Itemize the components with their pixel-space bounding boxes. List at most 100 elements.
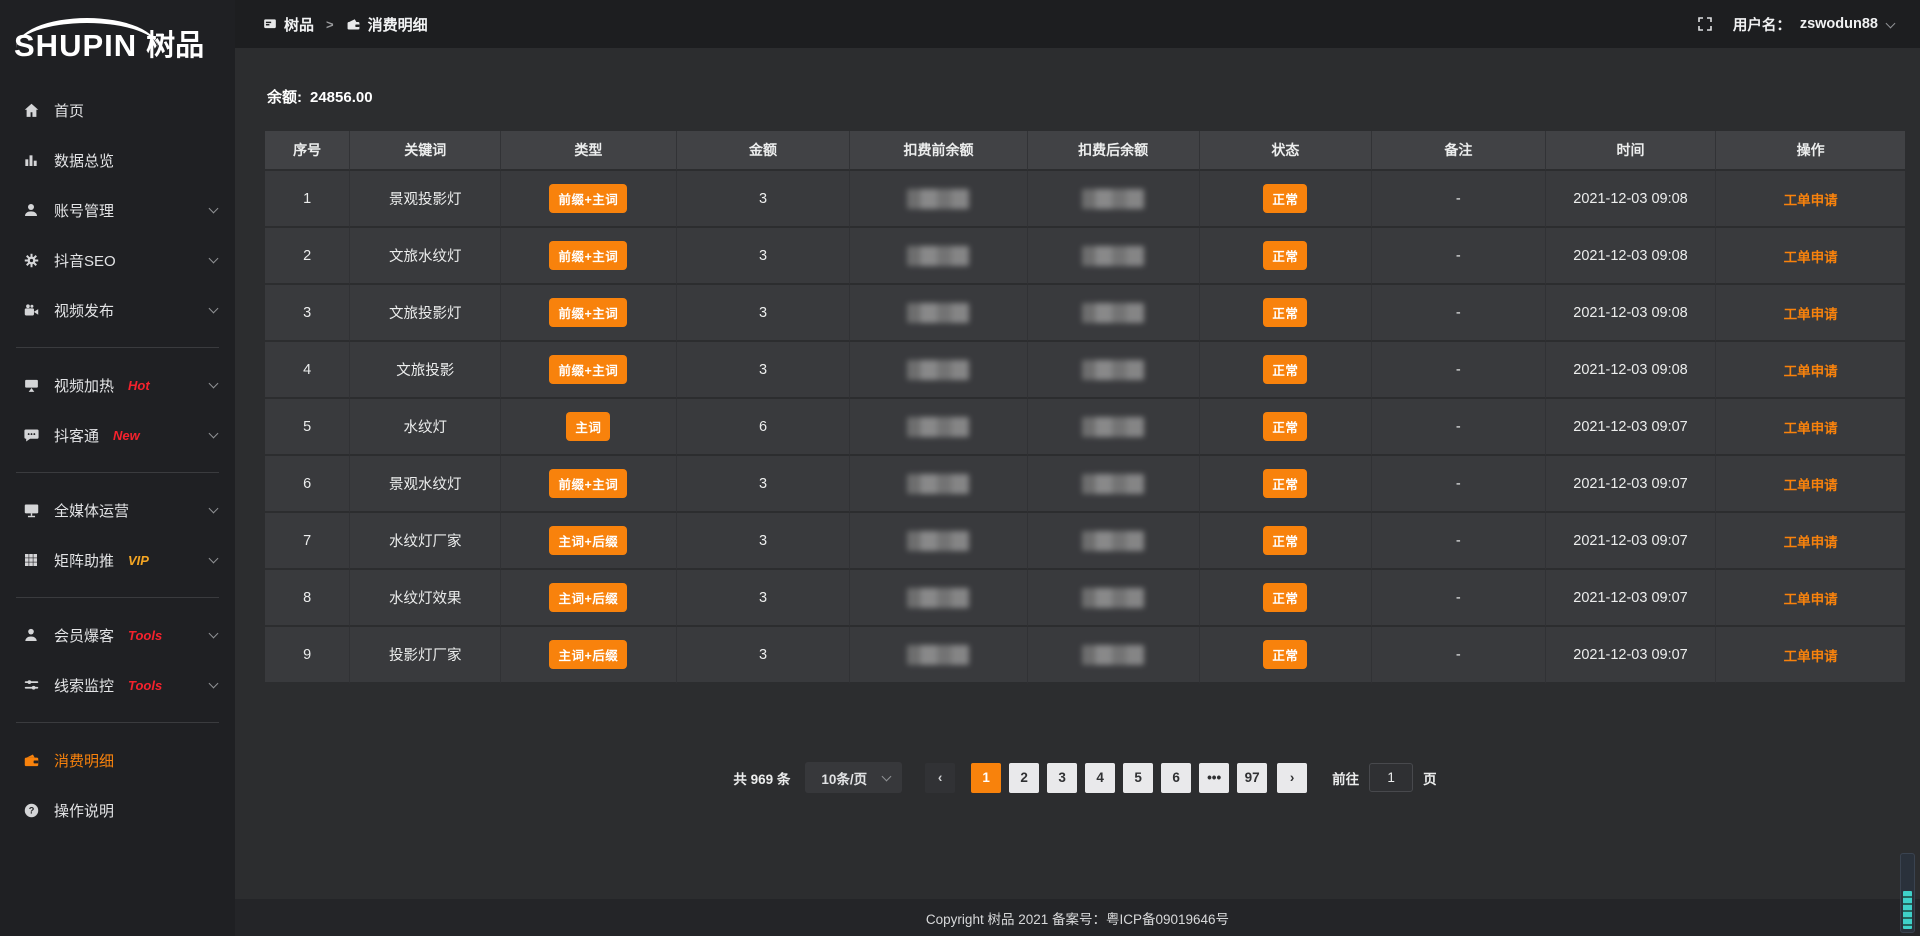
cell-type: 前缀+主词 xyxy=(501,228,676,285)
cell-post-balance xyxy=(1028,513,1200,570)
cell-amount: 3 xyxy=(677,627,851,684)
masked-balance-value xyxy=(1082,360,1144,380)
sidebar-item-douyin-seo[interactable]: 抖音SEO xyxy=(0,235,235,285)
work-order-link[interactable]: 工单申请 xyxy=(1784,364,1838,379)
chat-widget[interactable] xyxy=(1900,853,1915,933)
page-button-3[interactable]: 3 xyxy=(1047,763,1077,793)
work-order-link[interactable]: 工单申请 xyxy=(1784,592,1838,607)
sidebar-item-label: 全媒体运营 xyxy=(54,500,129,521)
sidebar-item-leads-monitor[interactable]: 线索监控Tools xyxy=(0,660,235,710)
dashboard-icon xyxy=(263,17,277,31)
sidebar-item-tag: New xyxy=(113,428,140,443)
cell-pre-balance xyxy=(850,570,1027,627)
next-page-button[interactable]: › xyxy=(1277,763,1307,793)
cell-pre-balance xyxy=(850,342,1027,399)
cell-pre-balance xyxy=(850,513,1027,570)
sidebar-item-label: 消费明细 xyxy=(54,750,114,771)
masked-balance-value xyxy=(1082,189,1144,209)
cell-status: 正常 xyxy=(1200,570,1372,627)
user-menu[interactable]: 用户名：zswodun88 xyxy=(1733,14,1894,35)
cell-time: 2021-12-03 09:08 xyxy=(1546,228,1717,285)
sidebar-item-doukertong[interactable]: 抖客通New xyxy=(0,410,235,460)
sidebar-item-account-manage[interactable]: 账号管理 xyxy=(0,185,235,235)
balance-summary: 余额:24856.00 xyxy=(267,86,1905,107)
screen-icon xyxy=(22,376,40,394)
work-order-link[interactable]: 工单申请 xyxy=(1784,307,1838,322)
sidebar-item-data-overview[interactable]: 数据总览 xyxy=(0,135,235,185)
cell-index: 5 xyxy=(265,399,350,456)
cell-post-balance xyxy=(1028,342,1200,399)
sidebar: SHUPIN 树品 首页数据总览账号管理抖音SEO视频发布视频加热Hot抖客通N… xyxy=(0,0,235,936)
home-icon xyxy=(22,101,40,119)
sidebar-item-label: 线索监控 xyxy=(54,675,114,696)
goto-page-box: 前往 页 xyxy=(1332,763,1437,792)
cell-post-balance xyxy=(1028,228,1200,285)
chevron-down-icon xyxy=(882,772,892,782)
cell-type: 前缀+主词 xyxy=(501,456,676,513)
sidebar-divider xyxy=(16,722,219,723)
app-window: SHUPIN 树品 首页数据总览账号管理抖音SEO视频发布视频加热Hot抖客通N… xyxy=(0,0,1920,936)
cell-action: 工单申请 xyxy=(1716,627,1905,684)
masked-balance-value xyxy=(907,474,969,494)
cell-post-balance xyxy=(1028,171,1200,228)
work-order-link[interactable]: 工单申请 xyxy=(1784,478,1838,493)
pagination: 共 969 条 10条/页 ‹ 123456 ••• 97 › 前往 页 xyxy=(265,762,1905,793)
work-order-link[interactable]: 工单申请 xyxy=(1784,649,1838,664)
table-head: 序号关键词类型金额扣费前余额扣费后余额状态备注时间操作 xyxy=(265,131,1905,171)
cell-amount: 3 xyxy=(677,228,851,285)
page-button-2[interactable]: 2 xyxy=(1009,763,1039,793)
breadcrumb-separator: > xyxy=(326,17,334,32)
sidebar-item-member-burst[interactable]: 会员爆客Tools xyxy=(0,610,235,660)
type-badge: 主词+后缀 xyxy=(549,526,627,555)
sidebar-item-media-operation[interactable]: 全媒体运营 xyxy=(0,485,235,535)
cell-action: 工单申请 xyxy=(1716,513,1905,570)
column-header: 扣费前余额 xyxy=(850,131,1027,171)
sidebar-item-video-heat[interactable]: 视频加热Hot xyxy=(0,360,235,410)
page-size-select[interactable]: 10条/页 xyxy=(805,762,902,793)
sidebar-item-consumption-detail[interactable]: 消费明细 xyxy=(0,735,235,785)
total-count-label: 共 969 条 xyxy=(733,768,790,788)
page-button-97[interactable]: 97 xyxy=(1237,763,1267,793)
table-row: 4文旅投影前缀+主词3正常-2021-12-03 09:08工单申请 xyxy=(265,342,1905,399)
prev-page-button[interactable]: ‹ xyxy=(925,763,955,793)
column-header: 类型 xyxy=(501,131,676,171)
goto-page-input[interactable] xyxy=(1369,763,1413,792)
chat-icon xyxy=(22,426,40,444)
cell-time: 2021-12-03 09:07 xyxy=(1546,570,1717,627)
cell-post-balance xyxy=(1028,399,1200,456)
work-order-link[interactable]: 工单申请 xyxy=(1784,535,1838,550)
cell-keyword: 水纹灯厂家 xyxy=(350,513,501,570)
chevron-down-icon xyxy=(209,503,219,513)
masked-balance-value xyxy=(907,531,969,551)
sidebar-item-video-publish[interactable]: 视频发布 xyxy=(0,285,235,335)
more-pages-button[interactable]: ••• xyxy=(1199,763,1229,793)
sidebar-item-instructions[interactable]: ?操作说明 xyxy=(0,785,235,835)
page-button-4[interactable]: 4 xyxy=(1085,763,1115,793)
table-row: 2文旅水纹灯前缀+主词3正常-2021-12-03 09:08工单申请 xyxy=(265,228,1905,285)
breadcrumb-item-consumption[interactable]: 消费明细 xyxy=(346,14,428,35)
status-badge: 正常 xyxy=(1263,241,1307,270)
column-header: 序号 xyxy=(265,131,350,171)
cell-remark: - xyxy=(1372,285,1546,342)
work-order-link[interactable]: 工单申请 xyxy=(1784,193,1838,208)
cell-action: 工单申请 xyxy=(1716,456,1905,513)
sidebar-divider xyxy=(16,347,219,348)
fullscreen-icon[interactable] xyxy=(1697,16,1713,32)
cell-remark: - xyxy=(1372,570,1546,627)
cell-index: 2 xyxy=(265,228,350,285)
cell-time: 2021-12-03 09:08 xyxy=(1546,285,1717,342)
cell-index: 8 xyxy=(265,570,350,627)
table-row: 1景观投影灯前缀+主词3正常-2021-12-03 09:08工单申请 xyxy=(265,171,1905,228)
masked-balance-value xyxy=(1082,645,1144,665)
cell-remark: - xyxy=(1372,399,1546,456)
chevron-down-icon xyxy=(209,553,219,563)
cell-index: 9 xyxy=(265,627,350,684)
sidebar-item-matrix-boost[interactable]: 矩阵助推VIP xyxy=(0,535,235,585)
page-button-1[interactable]: 1 xyxy=(971,763,1001,793)
page-button-6[interactable]: 6 xyxy=(1161,763,1191,793)
sidebar-item-home[interactable]: 首页 xyxy=(0,85,235,135)
page-button-5[interactable]: 5 xyxy=(1123,763,1153,793)
work-order-link[interactable]: 工单申请 xyxy=(1784,421,1838,436)
breadcrumb-item-home[interactable]: 树品 xyxy=(263,14,314,35)
work-order-link[interactable]: 工单申请 xyxy=(1784,250,1838,265)
